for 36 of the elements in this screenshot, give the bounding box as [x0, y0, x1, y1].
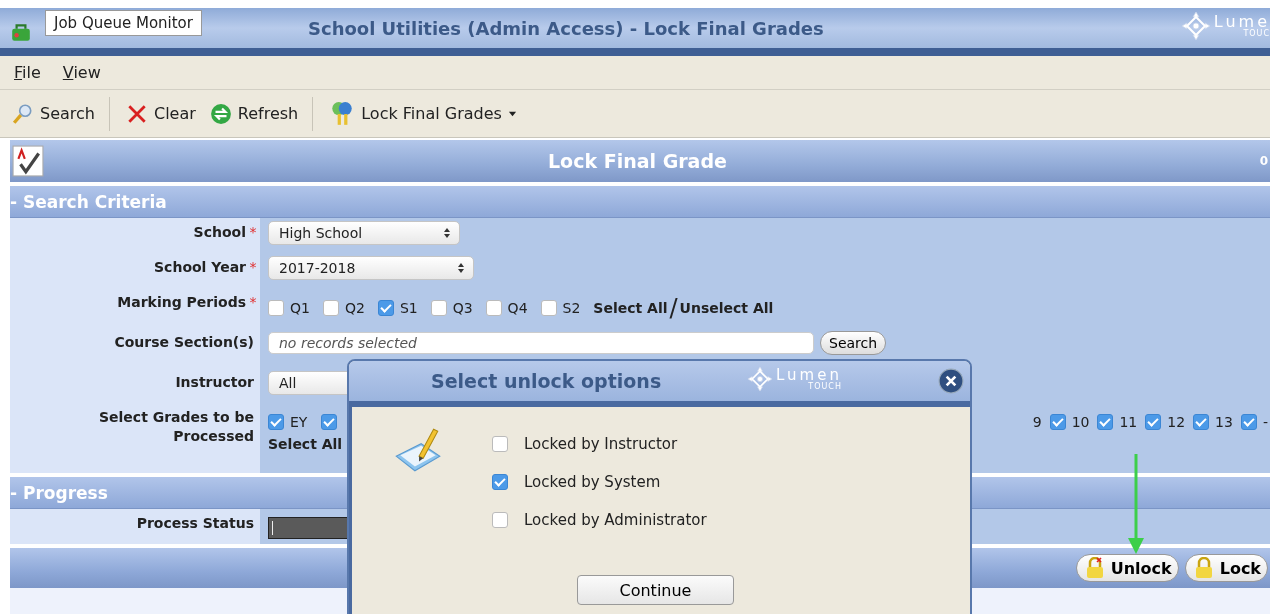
section-title: - Search Criteria — [10, 191, 167, 212]
option-label: Q3 — [452, 300, 473, 316]
option-label: Q4 — [507, 300, 528, 316]
option-label: - — [1262, 414, 1268, 430]
tooltip: Job Queue Monitor — [45, 10, 202, 36]
field-label: School — [193, 223, 246, 242]
option-label: 13 — [1215, 414, 1233, 430]
panel-title: Lock Final Grade — [548, 150, 727, 172]
field-label: Select Grades to be Processed — [98, 408, 254, 446]
slash-divider: / — [669, 296, 678, 320]
required-asterisk: * — [248, 293, 258, 312]
field-label: School Year — [154, 258, 246, 277]
option-label: Locked by System — [524, 473, 661, 491]
field-label: Process Status — [136, 514, 254, 533]
dialog-title: Select unlock options — [431, 370, 662, 392]
required-asterisk: * — [248, 223, 258, 242]
field-label: Course Section(s) — [114, 333, 254, 352]
option-label: Q2 — [344, 300, 365, 316]
option-label: S2 — [562, 300, 581, 316]
required-asterisk: * — [248, 258, 258, 277]
lumen-logo: Lume TOUC — [1180, 11, 1270, 41]
section-title: - Progress — [10, 482, 108, 503]
option-label: Locked by Administrator — [524, 511, 707, 529]
option-label: EY — [290, 414, 308, 430]
option-label: 12 — [1167, 414, 1186, 430]
option-label: 10 — [1071, 414, 1090, 430]
option-label: Locked by Instructor — [524, 435, 678, 453]
option-label: Q1 — [290, 300, 310, 316]
field-label: Instructor — [175, 373, 254, 392]
field-label: Marking Periods — [117, 293, 246, 312]
panel-counter: 0 — [1259, 154, 1268, 168]
lumen-logo: Lumen TOUCH — [747, 366, 842, 392]
option-label: S1 — [399, 300, 418, 316]
window-title: School Utilities (Admin Access) - Lock Final Grades — [308, 17, 824, 39]
option-label: 9 — [1032, 414, 1042, 430]
option-label: 11 — [1119, 414, 1138, 430]
